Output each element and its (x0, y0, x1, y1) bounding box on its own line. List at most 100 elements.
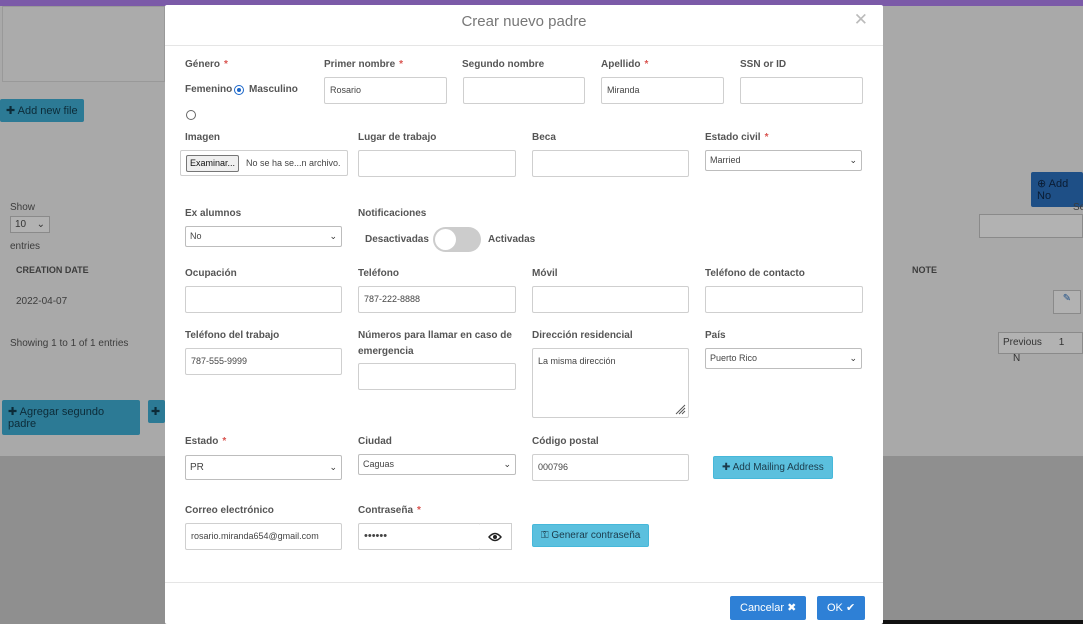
bg-search-input[interactable] (979, 214, 1083, 238)
notificaciones-toggle[interactable] (433, 227, 481, 252)
cancel-button[interactable]: Cancelar ✖ (730, 596, 807, 620)
notificaciones-label: Notificaciones (358, 208, 427, 219)
bg-next-button[interactable]: N (1013, 353, 1020, 364)
telefono-trabajo-input[interactable]: 787-555-9999 (185, 348, 342, 375)
apellido-input[interactable]: Miranda (601, 77, 724, 104)
correo-label: Correo electrónico (185, 505, 274, 516)
bg-entries-select[interactable]: 10 ⌄ (10, 216, 50, 233)
genero-label: Género * (185, 59, 228, 70)
segundo-nombre-label: Segundo nombre (462, 59, 545, 70)
bg-add-second-parent-button[interactable]: ✚ Agregar segundo padre (2, 400, 140, 435)
ex-alumnos-label: Ex alumnos (185, 208, 242, 219)
estado-civil-select[interactable]: Married ⌄ (705, 150, 862, 171)
bg-edit-button[interactable]: ✎ (1053, 290, 1081, 314)
examinar-button[interactable]: Examinar... (186, 155, 240, 172)
apellido-label: Apellido * (601, 59, 649, 70)
masculino-label: Masculino (249, 84, 298, 95)
beca-input[interactable] (532, 150, 689, 177)
telefono-contacto-label: Teléfono de contacto (705, 268, 805, 279)
lugar-trabajo-label: Lugar de trabajo (358, 132, 437, 143)
bg-upload-area (2, 6, 165, 82)
modal-footer-divider (165, 582, 883, 583)
emergencia-label-line1: Números para llamar en caso de (358, 330, 512, 341)
show-password-button[interactable] (480, 523, 512, 550)
ocupacion-input[interactable] (185, 286, 342, 313)
modal-header: Crear nuevo padre ✕ (165, 5, 883, 46)
telefono-contacto-input[interactable] (705, 286, 863, 313)
plus-icon: ✚ (151, 406, 161, 418)
times-icon: ✖ (787, 602, 797, 614)
beca-label: Beca (532, 132, 556, 143)
femenino-radio[interactable] (186, 110, 196, 120)
telefono-input[interactable]: 787-222-8888 (358, 286, 516, 313)
edit-icon: ✎ (1062, 293, 1072, 304)
eye-icon (488, 532, 502, 542)
movil-label: Móvil (532, 268, 558, 279)
bg-show-label: Show (10, 202, 36, 213)
masculino-radio[interactable] (234, 85, 244, 95)
contrasena-input[interactable]: •••••• (358, 523, 481, 550)
bg-page-1[interactable]: 1 (1059, 337, 1065, 348)
bg-previous-button[interactable]: Previous (1003, 337, 1042, 348)
key-icon: ⚿ (541, 530, 549, 541)
bg-row-date: 2022-04-07 (16, 296, 68, 307)
bg-col-creation-date: CREATION DATE (16, 265, 89, 275)
bg-add-new-file-button[interactable]: ✚ Add new file (0, 99, 84, 122)
chevron-down-icon: ⌄ (503, 459, 511, 469)
toggle-knob (435, 229, 456, 250)
plus-icon: ✚ (6, 105, 16, 117)
chevron-down-icon: ⌄ (849, 155, 857, 165)
bg-showing-text: Showing 1 to 1 of 1 entries (10, 338, 129, 349)
pais-select[interactable]: Puerto Rico ⌄ (705, 348, 862, 369)
chevron-down-icon: ⌄ (329, 462, 337, 472)
lugar-trabajo-input[interactable] (358, 150, 516, 177)
ocupacion-label: Ocupación (185, 268, 237, 279)
resize-handle-icon[interactable] (674, 403, 686, 415)
correo-input[interactable]: rosario.miranda654@gmail.com (185, 523, 342, 550)
add-mailing-address-button[interactable]: ✚ Add Mailing Address (713, 456, 833, 479)
plus-icon: ✚ (722, 462, 731, 473)
check-icon: ✔ (845, 602, 856, 614)
femenino-label: Femenino (185, 84, 233, 95)
ciudad-label: Ciudad (358, 436, 392, 447)
primer-nombre-input[interactable]: Rosario (324, 77, 447, 104)
segundo-nombre-input[interactable] (463, 77, 585, 104)
estado-label: Estado * (185, 436, 227, 447)
ssn-label: SSN or ID (740, 59, 787, 70)
bg-entries-label: entries (10, 241, 41, 252)
modal-title: Crear nuevo padre (461, 13, 587, 30)
ciudad-select[interactable]: Caguas ⌄ (358, 454, 516, 475)
estado-select[interactable]: PR ⌄ (185, 455, 342, 480)
close-icon[interactable]: ✕ (854, 10, 868, 30)
file-status-text: No se ha se...n archivo. (246, 158, 341, 168)
imagen-file-input[interactable]: Examinar... No se ha se...n archivo. (180, 150, 348, 176)
direccion-label: Dirección residencial (532, 330, 633, 341)
ex-alumnos-select[interactable]: No ⌄ (185, 226, 342, 247)
telefono-label: Teléfono (358, 268, 399, 279)
estado-civil-label: Estado civil * (705, 132, 769, 143)
pais-label: País (705, 330, 726, 341)
bg-search-label: Se (1073, 202, 1083, 213)
chevron-down-icon: ⌄ (329, 231, 337, 241)
generar-contrasena-button[interactable]: ⚿ Generar contraseña (532, 524, 650, 547)
direccion-textarea[interactable]: La misma dirección (532, 348, 689, 418)
plus-circle-icon: ⊕ (1037, 178, 1047, 190)
desactivadas-label: Desactivadas (365, 234, 429, 245)
chevron-down-icon: ⌄ (36, 219, 45, 230)
contrasena-label: Contraseña * (358, 505, 421, 516)
codigo-postal-label: Código postal (532, 436, 599, 447)
create-parent-modal: Crear nuevo padre ✕ Género * Femenino Mas… (165, 5, 883, 624)
bg-pagination: Previous 1 N (998, 332, 1083, 364)
ssn-input[interactable] (740, 77, 863, 104)
emergencia-input[interactable] (358, 363, 516, 390)
activadas-label: Activadas (488, 234, 536, 245)
primer-nombre-label: Primer nombre * (324, 59, 404, 70)
codigo-postal-input[interactable]: 000796 (532, 454, 689, 481)
ok-button[interactable]: OK ✔ (817, 596, 866, 620)
plus-icon: ✚ (8, 406, 18, 418)
movil-input[interactable] (532, 286, 689, 313)
bg-partial-button[interactable]: ✚ (148, 400, 165, 423)
bg-col-note: NOTE (912, 265, 938, 275)
telefono-trabajo-label: Teléfono del trabajo (185, 330, 280, 341)
imagen-label: Imagen (185, 132, 221, 143)
